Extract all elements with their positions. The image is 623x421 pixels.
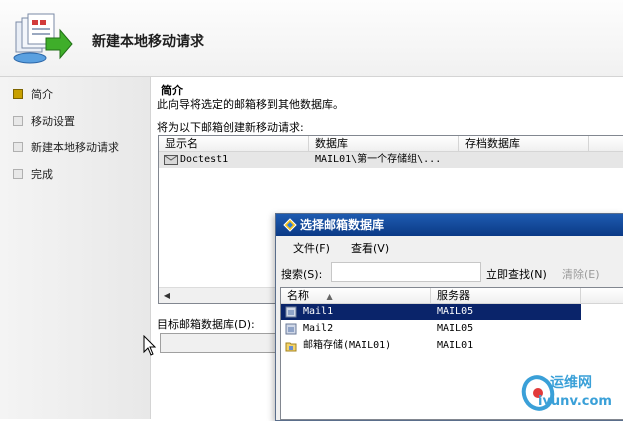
step-introduction[interactable]: 简介 [13, 86, 53, 102]
mailbox-move-icon [13, 13, 73, 64]
step-pending-icon [13, 116, 23, 126]
find-now-button[interactable]: 立即查找(N) [486, 266, 547, 282]
database-icon [285, 306, 297, 318]
database-row[interactable]: Mail2 MAIL05 [281, 321, 623, 337]
column-name-label: 名称 [287, 289, 309, 302]
target-database-label: 目标邮箱数据库(D): [157, 318, 255, 331]
watermark-url: iyunv.com [538, 394, 612, 409]
step-label: 完成 [31, 168, 53, 181]
dialog-menubar: 文件(F) 查看(V) [276, 237, 623, 257]
column-display-name[interactable]: 显示名 [159, 136, 309, 151]
search-label: 搜索(S): [281, 268, 323, 281]
step-pending-icon [13, 142, 23, 152]
wizard-steps: 简介 移动设置 新建本地移动请求 完成 [0, 77, 151, 419]
exchange-icon [283, 218, 297, 232]
step-completion[interactable]: 完成 [13, 166, 53, 182]
sort-ascending-icon: ▲ [326, 292, 333, 301]
column-archive-database[interactable]: 存档数据库 [459, 136, 589, 151]
database-name: Mail1 [303, 306, 334, 317]
cell-display-name: Doctest1 [180, 154, 229, 165]
list-header: 名称 ▲ 服务器 [281, 288, 623, 304]
list-row[interactable]: Doctest1 MAIL01\第一个存储组\... [159, 152, 623, 168]
dialog-titlebar[interactable]: 选择邮箱数据库 [276, 214, 623, 236]
cell-database: MAIL01\第一个存储组\... [315, 154, 442, 165]
database-server: MAIL05 [437, 306, 474, 317]
menu-file[interactable]: 文件(F) [293, 240, 330, 256]
intro-text: 此向导将选定的邮箱移到其他数据库。 [157, 98, 344, 111]
step-label: 移动设置 [31, 115, 75, 128]
step-label: 新建本地移动请求 [31, 141, 119, 154]
column-database[interactable]: 数据库 [309, 136, 459, 151]
mailbox-icon [164, 155, 178, 165]
database-icon [285, 323, 297, 335]
database-server: MAIL01 [437, 340, 474, 351]
step-new-local-move-request[interactable]: 新建本地移动请求 [13, 139, 119, 155]
database-folder-icon [285, 342, 297, 352]
list-header: 显示名 数据库 存档数据库 [159, 136, 623, 152]
column-server[interactable]: 服务器 [431, 288, 581, 303]
search-input[interactable] [331, 262, 481, 282]
mailbox-list-label: 将为以下邮箱创建新移动请求: [157, 121, 304, 134]
step-label: 简介 [31, 88, 53, 101]
target-database-field[interactable] [160, 333, 286, 353]
step-current-icon [13, 89, 23, 99]
database-row[interactable]: Mail1 MAIL05 [281, 304, 581, 320]
mouse-cursor-icon [143, 335, 157, 356]
dialog-title: 选择邮箱数据库 [300, 218, 385, 232]
step-pending-icon [13, 169, 23, 179]
database-server: MAIL05 [437, 323, 474, 334]
step-move-settings[interactable]: 移动设置 [13, 113, 75, 129]
database-name: 邮箱存储(MAIL01) [303, 340, 392, 351]
database-name: Mail2 [303, 323, 334, 334]
watermark-text: 运维网 [550, 375, 592, 391]
clear-button[interactable]: 清除(E) [562, 266, 600, 282]
wizard-title: 新建本地移动请求 [92, 34, 204, 50]
column-name[interactable]: 名称 ▲ [281, 288, 431, 303]
database-row[interactable]: 邮箱存储(MAIL01) MAIL01 [281, 338, 623, 354]
menu-view[interactable]: 查看(V) [351, 240, 389, 256]
scroll-left-icon[interactable]: ◀ [161, 290, 173, 301]
wizard-header: 新建本地移动请求 [0, 0, 623, 77]
